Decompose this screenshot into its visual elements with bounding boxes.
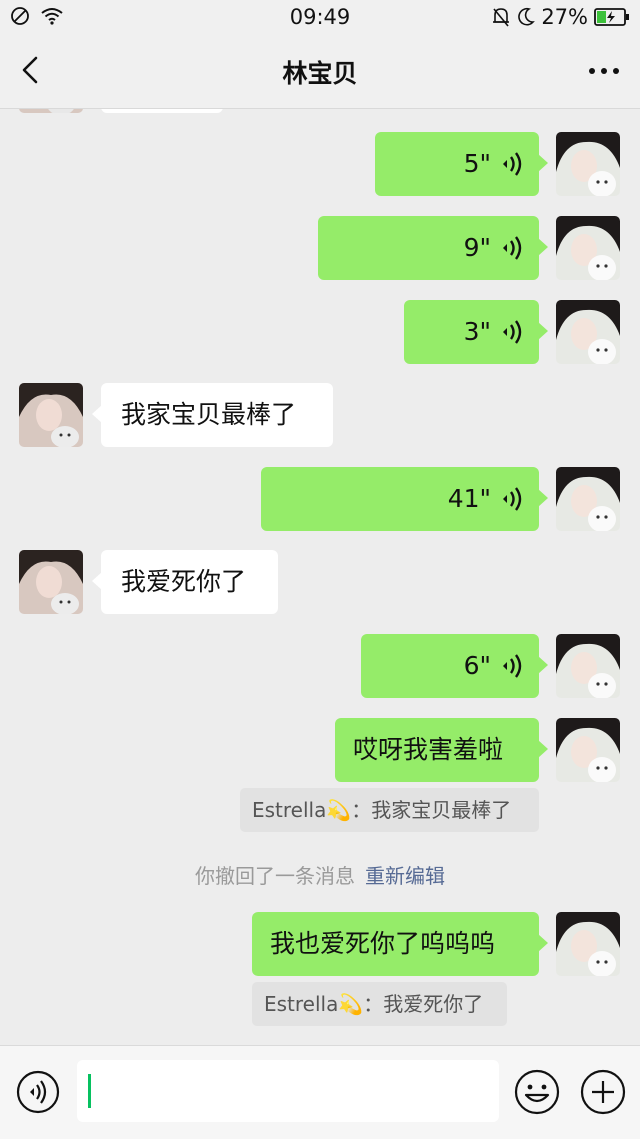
- text-message-bubble[interactable]: 哎呀我害羞啦: [335, 718, 548, 782]
- text-message-bubble[interactable]: 我也爱死你了呜呜呜: [252, 912, 548, 976]
- voice-wave-icon: [503, 654, 522, 678]
- input-bar: [0, 1045, 640, 1139]
- status-bar: 09:49 27%: [0, 0, 640, 34]
- my-avatar[interactable]: [556, 718, 620, 782]
- voice-input-icon[interactable]: [16, 1070, 60, 1114]
- message-input[interactable]: [77, 1060, 499, 1122]
- plus-icon[interactable]: [580, 1069, 626, 1115]
- contact-avatar[interactable]: [19, 550, 83, 614]
- text-message-bubble[interactable]: 我爱死你了: [92, 550, 278, 614]
- my-avatar[interactable]: [556, 216, 620, 280]
- chat-header: 林宝贝: [0, 34, 640, 109]
- voice-duration: 6": [463, 651, 491, 680]
- my-avatar[interactable]: [556, 300, 620, 364]
- quoted-message[interactable]: Estrella💫：我爱死你了: [252, 982, 507, 1026]
- voice-duration: 3": [463, 317, 491, 346]
- voice-wave-icon: [503, 320, 522, 344]
- chat-title: 林宝贝: [282, 59, 358, 88]
- more-dots-icon[interactable]: [586, 56, 622, 86]
- my-avatar[interactable]: [556, 634, 620, 698]
- voice-wave-icon: [503, 487, 522, 511]
- quoted-message[interactable]: Estrella💫：我家宝贝最棒了: [240, 788, 539, 832]
- voice-duration: 41": [447, 484, 491, 513]
- my-avatar[interactable]: [556, 132, 620, 196]
- voice-message-bubble[interactable]: 3": [404, 300, 548, 364]
- my-avatar[interactable]: [556, 467, 620, 531]
- message-bubble-cut[interactable]: [101, 109, 223, 113]
- text-message-bubble[interactable]: 我家宝贝最棒了: [92, 383, 333, 447]
- mute-bell-icon: [493, 8, 510, 27]
- emoji-icon[interactable]: [514, 1069, 560, 1115]
- voice-message-bubble[interactable]: 6": [361, 634, 548, 698]
- voice-wave-icon: [503, 152, 522, 176]
- recall-notice: 你撤回了一条消息 重新编辑: [0, 860, 640, 889]
- re-edit-link[interactable]: 重新编辑: [365, 864, 445, 888]
- battery-charging-icon: [594, 8, 629, 26]
- my-avatar[interactable]: [556, 912, 620, 976]
- recall-notice-text: 你撤回了一条消息: [195, 864, 355, 888]
- text-cursor: [88, 1074, 91, 1108]
- voice-wave-icon: [503, 236, 522, 260]
- voice-message-bubble[interactable]: 41": [261, 467, 548, 531]
- voice-message-bubble[interactable]: 9": [318, 216, 548, 280]
- voice-duration: 5": [463, 149, 491, 178]
- message-list[interactable]: 5" 9" 3" 我家宝贝最棒了 41" 我爱死你了 6" 哎呀我害羞啦 Est…: [0, 109, 640, 1045]
- contact-avatar[interactable]: [19, 383, 83, 447]
- moon-icon: [518, 7, 536, 26]
- battery-percent: 27%: [541, 5, 588, 29]
- contact-avatar[interactable]: [19, 109, 83, 113]
- voice-message-bubble[interactable]: 5": [375, 132, 548, 196]
- voice-duration: 9": [463, 233, 491, 262]
